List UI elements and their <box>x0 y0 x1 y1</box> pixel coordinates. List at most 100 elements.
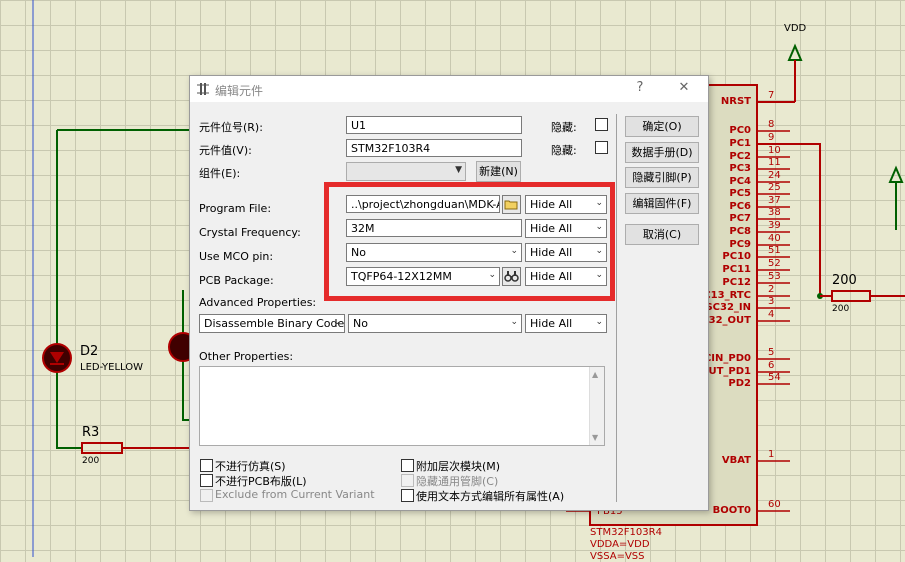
browse-file-button[interactable] <box>502 195 521 214</box>
exclude-variant-label: Exclude from Current Variant <box>215 488 375 501</box>
exclude-simulation-label: 不进行仿真(S) <box>215 460 286 473</box>
chevron-down-icon: ⌄ <box>595 198 603 208</box>
mco-pin-label: Use MCO pin: <box>199 250 274 263</box>
pcb-package-label: PCB Package: <box>199 274 274 287</box>
part-value-label: 元件值(V): <box>199 144 252 157</box>
crystal-frequency-label: Crystal Frequency: <box>199 226 301 239</box>
exclude-simulation-checkbox[interactable] <box>200 459 213 472</box>
attach-hierarchy-label: 附加层次模块(M) <box>416 460 501 473</box>
scroll-up-icon[interactable]: ▲ <box>592 370 598 379</box>
edit-firmware-button[interactable]: 编辑固件(F) <box>625 193 699 214</box>
chevron-down-icon: ⌄ <box>595 246 603 256</box>
mco-visibility-value: Hide All <box>530 246 573 259</box>
attach-hierarchy-checkbox[interactable] <box>401 459 414 472</box>
browse-package-button[interactable] <box>502 267 521 286</box>
advanced-visibility-select[interactable]: Hide All ⌄ <box>525 314 607 333</box>
pin-number: 5 <box>768 347 775 358</box>
edit-all-props-checkbox[interactable] <box>401 489 414 502</box>
pin-number: 9 <box>768 132 775 143</box>
advanced-property-value: Disassemble Binary Code <box>204 317 345 330</box>
datasheet-button[interactable]: 数据手册(D) <box>625 142 699 163</box>
mco-pin-select[interactable]: No ⌄ <box>346 243 522 262</box>
part-value-field[interactable]: STM32F103R4 <box>346 139 522 157</box>
pcb-package-select[interactable]: TQFP64-12X12MM ⌄ <box>346 267 500 286</box>
hide-common-pins-checkbox[interactable] <box>401 474 414 487</box>
pin-number: 37 <box>768 195 781 206</box>
cancel-button[interactable]: 取消(C) <box>625 224 699 245</box>
pin-number: 39 <box>768 220 781 231</box>
chip-name: STM32F103R4 <box>590 527 662 538</box>
program-file-visibility-value: Hide All <box>530 198 573 211</box>
program-file-visibility-select[interactable]: Hide All ⌄ <box>525 195 607 214</box>
r3-value: 200 <box>82 456 100 466</box>
chevron-down-icon: ⌄ <box>595 317 603 327</box>
hide-common-pins-label: 隐藏通用管脚(C) <box>416 475 499 488</box>
pin-number: 3 <box>768 296 775 307</box>
pin-number: 2 <box>768 284 775 295</box>
help-button[interactable]: ? <box>627 80 653 98</box>
hidden-label-2: 隐藏: <box>551 144 577 157</box>
pin-number: 60 <box>768 499 781 510</box>
close-button[interactable]: ✕ <box>671 80 697 98</box>
chevron-down-icon: ⌄ <box>333 317 341 327</box>
pin-number: 8 <box>768 119 775 130</box>
crystal-frequency-field[interactable]: 32M <box>346 219 522 237</box>
pin-number: 1 <box>768 449 775 460</box>
d2-reference: D2 <box>80 344 99 359</box>
edit-component-dialog: 编辑元件 ? ✕ 元件位号(R): U1 隐藏: 元件值(V): STM32F1… <box>189 75 709 511</box>
part-reference-field[interactable]: U1 <box>346 116 522 134</box>
part-value-hidden-checkbox[interactable] <box>595 141 608 154</box>
pin-number: 52 <box>768 258 781 269</box>
crystal-visibility-select[interactable]: Hide All ⌄ <box>525 219 607 238</box>
other-properties-scrollbar[interactable]: ▲ ▼ <box>589 367 604 445</box>
part-reference-label: 元件位号(R): <box>199 121 263 134</box>
pcb-visibility-value: Hide All <box>530 270 573 283</box>
pin-number: 40 <box>768 233 781 244</box>
advanced-visibility-value: Hide All <box>530 317 573 330</box>
d2-value: LED-YELLOW <box>80 362 143 373</box>
chevron-down-icon: ⌄ <box>510 317 518 327</box>
other-properties-textarea[interactable]: ▲ ▼ <box>199 366 605 446</box>
chip-power: VDDA=VDD <box>590 539 650 550</box>
mco-pin-value: No <box>351 246 366 259</box>
chevron-down-icon: ⌄ <box>595 270 603 280</box>
new-element-button[interactable]: 新建(N) <box>476 161 521 182</box>
pin-number: 24 <box>768 170 781 181</box>
folder-icon <box>504 200 518 210</box>
chevron-down-icon: ▼ <box>455 165 462 175</box>
program-file-field[interactable]: ..\project\zhongduan\MDK-AR <box>346 195 500 213</box>
program-file-label: Program File: <box>199 202 272 215</box>
hidden-label-1: 隐藏: <box>551 121 577 134</box>
pcb-visibility-select[interactable]: Hide All ⌄ <box>525 267 607 286</box>
ok-button[interactable]: 确定(O) <box>625 116 699 137</box>
pin-number: 11 <box>768 157 781 168</box>
mco-visibility-select[interactable]: Hide All ⌄ <box>525 243 607 262</box>
advanced-value-select[interactable]: No ⌄ <box>348 314 522 333</box>
pin-number: 7 <box>768 90 775 101</box>
other-properties-label: Other Properties: <box>199 350 294 363</box>
edit-all-props-label: 使用文本方式编辑所有属性(A) <box>416 490 565 503</box>
pin-number: 38 <box>768 207 781 218</box>
scroll-down-icon[interactable]: ▼ <box>592 433 598 442</box>
dialog-titlebar[interactable]: 编辑元件 ? ✕ <box>190 76 708 102</box>
pcb-package-value: TQFP64-12X12MM <box>351 270 452 283</box>
resistor-right-value: 200 <box>832 304 850 314</box>
element-select[interactable]: ▼ <box>346 162 466 181</box>
vdd-label: VDD <box>784 23 807 34</box>
hidden-pins-button[interactable]: 隐藏引脚(P) <box>625 167 699 188</box>
exclude-pcb-label: 不进行PCB布版(L) <box>215 475 307 488</box>
chevron-down-icon: ⌄ <box>595 222 603 232</box>
part-reference-hidden-checkbox[interactable] <box>595 118 608 131</box>
exclude-variant-checkbox[interactable] <box>200 489 213 502</box>
crystal-visibility-value: Hide All <box>530 222 573 235</box>
exclude-pcb-checkbox[interactable] <box>200 474 213 487</box>
pin-number: 53 <box>768 271 781 282</box>
pin-number: 54 <box>768 372 781 383</box>
advanced-value: No <box>353 317 368 330</box>
pin-number: 10 <box>768 145 781 156</box>
advanced-property-select[interactable]: Disassemble Binary Code ⌄ <box>199 314 345 333</box>
pin-number: 51 <box>768 245 781 256</box>
pin-number: 6 <box>768 360 775 371</box>
advanced-properties-label: Advanced Properties: <box>199 296 317 309</box>
resistor-right-reference: 200 <box>832 273 857 288</box>
